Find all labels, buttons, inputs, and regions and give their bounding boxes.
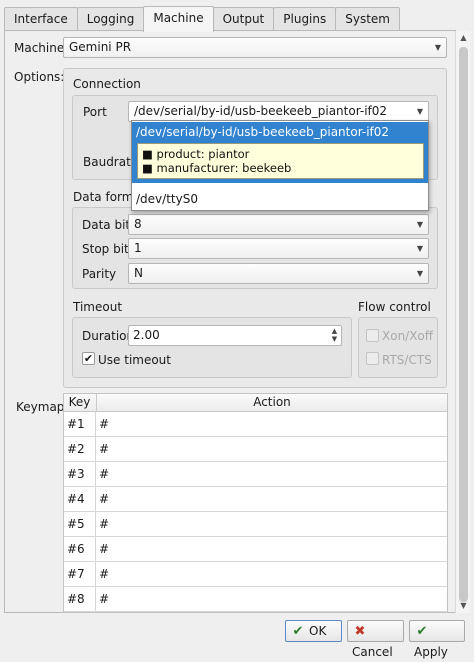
table-row[interactable]: #3 # (64, 462, 447, 487)
column-header-action[interactable]: Action (96, 394, 447, 412)
table-row[interactable]: #6 # (64, 537, 447, 562)
vertical-scrollbar[interactable]: ▲ ▼ (455, 31, 470, 613)
dropdown-item-label: /dev/serial/by-id/usb-beekeeb_piantor-if… (136, 125, 390, 139)
key-cell: #7 (67, 567, 85, 581)
chevron-down-icon: ▼ (416, 220, 423, 229)
cancel-icon: ✖ (354, 624, 366, 639)
keymap-table[interactable]: Key Action #1 # #2 # #3 # #4 # #5 # #6 #… (63, 393, 448, 613)
chevron-down-icon: ▼ (416, 107, 423, 116)
machine-select[interactable]: Gemini PR ▼ (63, 37, 447, 58)
apply-button[interactable]: ✔ Apply (409, 620, 465, 659)
spinbox-arrows[interactable]: ▲ ▼ (329, 327, 340, 344)
port-value: /dev/serial/by-id/usb-beekeeb_piantor-if… (134, 104, 388, 118)
dropdown-item-selected[interactable]: /dev/serial/by-id/usb-beekeeb_piantor-if… (132, 122, 428, 183)
action-cell[interactable]: # (99, 512, 109, 537)
rts-cts-checkbox[interactable] (366, 352, 379, 365)
key-cell: #2 (67, 442, 85, 456)
action-cell[interactable]: # (99, 587, 109, 612)
key-cell: #4 (67, 492, 85, 506)
duration-spinbox[interactable]: 2.00 ▲ ▼ (128, 325, 342, 346)
column-header-key[interactable]: Key (64, 394, 95, 412)
timeout-title: Timeout (73, 300, 123, 314)
action-cell[interactable]: # (99, 562, 109, 587)
stop-bits-value: 1 (134, 241, 142, 255)
machine-label: Machine: (14, 41, 69, 55)
column-divider (95, 412, 96, 612)
key-cell: #8 (67, 592, 85, 606)
spin-up-icon[interactable]: ▲ (329, 327, 340, 335)
connection-title: Connection (73, 77, 141, 91)
keymap-label: Keymap: (16, 400, 69, 414)
port-label: Port (83, 105, 107, 119)
ok-label: OK (309, 624, 327, 638)
options-label: Options: (14, 70, 65, 84)
tooltip-product: ■ product: piantor (142, 147, 250, 161)
table-row[interactable]: #4 # (64, 487, 447, 512)
tab-output[interactable]: Output (212, 7, 275, 31)
scroll-up-icon[interactable]: ▲ (456, 31, 471, 45)
tab-machine[interactable]: Machine (143, 6, 214, 32)
action-cell[interactable]: # (99, 462, 109, 487)
use-timeout-label: Use timeout (98, 353, 171, 367)
table-row[interactable]: #2 # (64, 437, 447, 462)
flow-control-group (358, 317, 438, 378)
chevron-down-icon: ▼ (416, 244, 423, 253)
port-dropdown-list[interactable]: /dev/serial/by-id/usb-beekeeb_piantor-if… (131, 120, 429, 211)
rts-cts-label: RTS/CTS (382, 353, 432, 367)
dropdown-item-ttys0[interactable]: /dev/ttyS0 (136, 192, 198, 206)
key-cell: #6 (67, 542, 85, 556)
baudrate-label: Baudrate (83, 155, 139, 169)
ok-button[interactable]: ✔ OK (285, 620, 342, 642)
chevron-down-icon: ▼ (416, 269, 423, 278)
data-bits-select[interactable]: 8 ▼ (128, 214, 429, 235)
tab-plugins[interactable]: Plugins (273, 7, 337, 31)
flow-control-title: Flow control (358, 300, 431, 314)
duration-label: Duration (82, 329, 135, 343)
parity-value: N (134, 266, 143, 280)
tab-system[interactable]: System (335, 7, 400, 31)
machine-value: Gemini PR (69, 40, 132, 54)
tooltip-manufacturer: ■ manufacturer: beekeeb (142, 161, 292, 175)
action-cell[interactable]: # (99, 487, 109, 512)
xon-xoff-label: Xon/Xoff (382, 329, 434, 343)
duration-value: 2.00 (133, 328, 160, 342)
apply-label: Apply (414, 645, 448, 659)
scroll-down-icon[interactable]: ▼ (456, 599, 471, 613)
spin-down-icon[interactable]: ▼ (329, 335, 340, 343)
key-cell: #5 (67, 517, 85, 531)
parity-label: Parity (82, 267, 117, 281)
action-cell[interactable]: # (99, 437, 109, 462)
cancel-button[interactable]: ✖ Cancel (347, 620, 404, 659)
checkmark-icon: ✔ (83, 352, 94, 365)
chevron-down-icon: ▼ (434, 43, 441, 52)
key-cell: #3 (67, 467, 85, 481)
action-cell[interactable]: # (99, 412, 109, 437)
scrollbar-thumb[interactable] (459, 47, 468, 602)
table-row[interactable]: #1 # (64, 412, 447, 437)
cancel-label: Cancel (352, 645, 393, 659)
use-timeout-checkbox[interactable]: ✔ (82, 352, 95, 365)
action-cell[interactable]: # (99, 537, 109, 562)
tab-bar: Interface Logging Machine Output Plugins… (4, 6, 400, 32)
apply-icon: ✔ (416, 624, 428, 639)
table-row[interactable]: #5 # (64, 512, 447, 537)
check-icon: ✔ (292, 624, 304, 639)
table-row[interactable]: #8 # (64, 587, 447, 612)
xon-xoff-checkbox[interactable] (366, 329, 379, 342)
tab-interface[interactable]: Interface (4, 7, 78, 31)
port-info-tooltip: ■ product: piantor ■ manufacturer: beeke… (137, 143, 424, 179)
port-select[interactable]: /dev/serial/by-id/usb-beekeeb_piantor-if… (128, 101, 429, 122)
keymap-table-header: Key Action (64, 394, 447, 412)
stop-bits-select[interactable]: 1 ▼ (128, 238, 429, 259)
data-bits-value: 8 (134, 217, 142, 231)
parity-select[interactable]: N ▼ (128, 263, 429, 284)
tab-logging[interactable]: Logging (76, 7, 145, 31)
key-cell: #1 (67, 417, 85, 431)
table-row[interactable]: #7 # (64, 562, 447, 587)
